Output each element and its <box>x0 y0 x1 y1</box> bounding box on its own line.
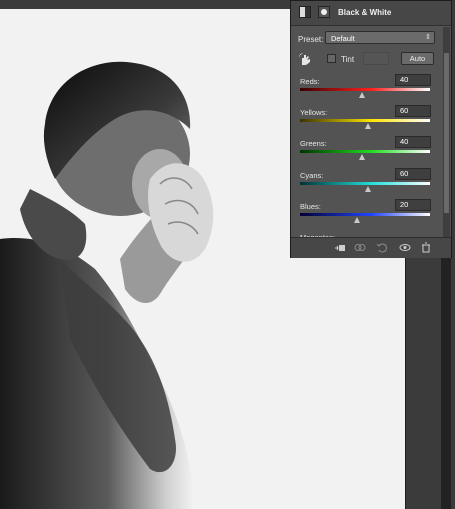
slider-value-input[interactable]: 40 <box>395 136 431 148</box>
slider-thumb[interactable] <box>364 123 371 129</box>
slider-row: Yellows: 60 <box>291 105 451 138</box>
tint-color-swatch[interactable] <box>363 52 389 65</box>
preset-label: Preset: <box>298 35 324 44</box>
trash-icon[interactable] <box>420 242 432 253</box>
layer-mask-icon[interactable] <box>318 6 330 18</box>
auto-button[interactable]: Auto <box>401 52 434 65</box>
slider-thumb[interactable] <box>364 186 371 192</box>
slider-track[interactable] <box>300 213 430 216</box>
slider-track[interactable] <box>300 119 430 122</box>
panel-footer <box>291 237 451 258</box>
targeted-adjustment-hand-icon[interactable] <box>299 53 313 66</box>
slider-track[interactable] <box>300 182 430 185</box>
slider-value-input[interactable]: 20 <box>395 199 431 211</box>
slider-track[interactable] <box>300 150 430 153</box>
slider-label: Greens: <box>300 139 327 148</box>
slider-row: Blues: 20 <box>291 199 451 232</box>
slider-label: Yellows: <box>300 108 328 117</box>
clip-to-layer-icon[interactable] <box>334 242 346 253</box>
slider-label: Reds: <box>300 77 320 86</box>
slider-thumb[interactable] <box>359 92 366 98</box>
tint-label: Tint <box>341 55 355 64</box>
slider-label: Cyans: <box>300 171 324 180</box>
slider-thumb[interactable] <box>354 217 361 223</box>
slider-row: Greens: 40 <box>291 136 451 169</box>
adjustment-layer-icon[interactable] <box>299 6 311 18</box>
visibility-eye-icon[interactable] <box>399 242 411 253</box>
slider-value-input[interactable]: 60 <box>395 105 431 117</box>
slider-track[interactable] <box>300 88 430 91</box>
slider-row: Cyans: 60 <box>291 168 451 201</box>
panel-header: Black & White <box>291 1 451 26</box>
slider-value-input[interactable]: 60 <box>395 168 431 180</box>
slider-thumb[interactable] <box>359 154 366 160</box>
panel-title: Black & White <box>338 8 392 17</box>
tint-checkbox[interactable] <box>327 54 336 63</box>
preset-value: Default <box>331 34 355 43</box>
panel-scrollbar[interactable] <box>443 27 450 237</box>
slider-label: Blues: <box>300 202 321 211</box>
slider-value-input[interactable]: 40 <box>395 74 431 86</box>
slider-row: Reds: 40 <box>291 74 451 107</box>
black-and-white-adjustment-panel: Black & White Preset: Default ⇕ Tint Aut… <box>290 0 452 258</box>
preset-dropdown[interactable]: Default ⇕ <box>325 31 435 44</box>
dropdown-arrows-icon: ⇕ <box>425 34 431 41</box>
view-previous-icon[interactable] <box>354 242 366 253</box>
panel-scrollbar-thumb[interactable] <box>444 53 449 213</box>
reset-icon[interactable] <box>376 242 388 253</box>
